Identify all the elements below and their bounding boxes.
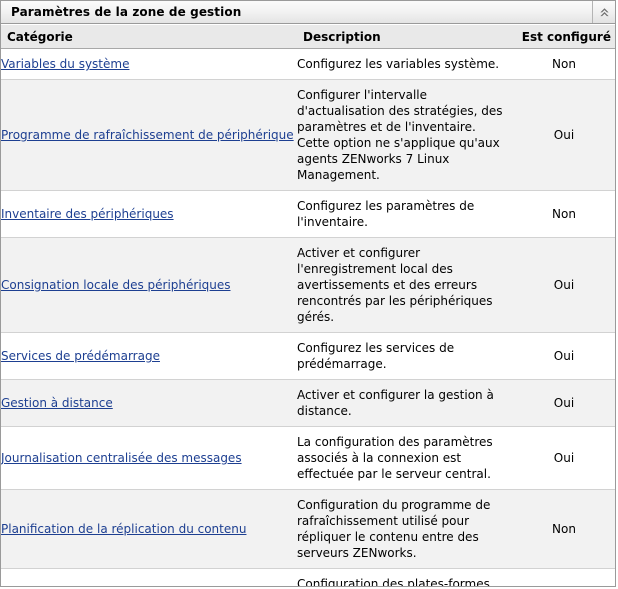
cell-category: Variables du système (1, 48, 297, 80)
configured-value: Oui (553, 128, 575, 142)
cell-category: Plates-formes (1, 568, 297, 586)
cell-configured: Oui (511, 568, 615, 586)
description-text: Configuration du programme de rafraîchis… (297, 498, 491, 560)
cell-description: Activer et configurer la gestion à dista… (297, 379, 511, 427)
column-header-description: Description (297, 24, 511, 49)
cell-configured: Oui (511, 379, 615, 427)
cell-description: Configurez les variables système. (297, 48, 511, 80)
configured-value: Non (552, 207, 576, 221)
configured-value: Oui (553, 349, 575, 363)
table-row: Services de prédémarrage Configurez les … (1, 332, 615, 380)
column-header-configured: Est configuré (511, 24, 615, 49)
category-link[interactable]: Gestion à distance (1, 396, 113, 410)
category-link[interactable]: Planification de la réplication du conte… (1, 522, 246, 536)
cell-description: Configuration du programme de rafraîchis… (297, 489, 511, 569)
panel-title: Paramètres de la zone de gestion (11, 5, 242, 19)
category-link[interactable]: Variables du système (1, 57, 129, 71)
cell-configured: Non (511, 48, 615, 80)
settings-table-container: Catégorie Description Est configuré Vari… (1, 24, 615, 586)
table-row: Consignation locale des périphériques Ac… (1, 237, 615, 333)
cell-category: Journalisation centralisée des messages (1, 426, 297, 490)
description-text: Configurez les variables système. (297, 57, 500, 71)
category-link[interactable]: Programme de rafraîchissement de périphé… (1, 128, 294, 142)
panel-titlebar: Paramètres de la zone de gestion (1, 1, 615, 24)
cell-configured: Non (511, 190, 615, 238)
column-header-category: Catégorie (1, 24, 297, 49)
cell-description: Configurer l'intervalle d'actualisation … (297, 79, 511, 191)
collapse-panel-button[interactable] (592, 1, 615, 23)
category-link[interactable]: Services de prédémarrage (1, 349, 160, 363)
category-link[interactable]: Plates-formes (1, 585, 83, 586)
table-row: Inventaire des périphériques Configurez … (1, 190, 615, 238)
cell-configured: Oui (511, 237, 615, 333)
table-row: Variables du système Configurez les vari… (1, 48, 615, 80)
cell-configured: Oui (511, 79, 615, 191)
cell-configured: Oui (511, 426, 615, 490)
cell-category: Inventaire des périphériques (1, 190, 297, 238)
table-row: Gestion à distance Activer et configurer… (1, 379, 615, 427)
category-link[interactable]: Inventaire des périphériques (1, 207, 174, 221)
table-row: Plates-formes Configuration des plates-f… (1, 568, 615, 586)
configured-value: Oui (554, 585, 574, 586)
settings-table: Catégorie Description Est configuré Vari… (1, 24, 615, 586)
cell-configured: Non (511, 489, 615, 569)
description-text: Activer et configurer la gestion à dista… (297, 388, 494, 418)
cell-description: La configuration des paramètres associés… (297, 426, 511, 490)
cell-category: Programme de rafraîchissement de périphé… (1, 79, 297, 191)
table-row: Programme de rafraîchissement de périphé… (1, 79, 615, 191)
description-text: Configurez les paramètres de l'inventair… (297, 199, 475, 229)
cell-description: Activer et configurer l'enregistrement l… (297, 237, 511, 333)
cell-description: Configurez les paramètres de l'inventair… (297, 190, 511, 238)
description-text: Configurer l'intervalle d'actualisation … (297, 88, 503, 182)
configured-value: Non (552, 522, 576, 536)
configured-value: Oui (553, 278, 575, 292)
description-text: Activer et configurer l'enregistrement l… (297, 246, 493, 324)
configured-value: Oui (553, 451, 575, 465)
configured-value: Oui (553, 396, 575, 410)
cell-category: Services de prédémarrage (1, 332, 297, 380)
cell-description: Configuration des plates-formes cibles d… (297, 568, 511, 586)
description-text: Configuration des plates-formes cibles d… (297, 577, 490, 586)
description-text: Configurez les services de prédémarrage. (297, 341, 455, 371)
description-text: La configuration des paramètres associés… (297, 435, 493, 481)
category-link[interactable]: Consignation locale des périphériques (1, 278, 231, 292)
table-header: Catégorie Description Est configuré (1, 24, 615, 49)
cell-category: Planification de la réplication du conte… (1, 489, 297, 569)
cell-description: Configurez les services de prédémarrage. (297, 332, 511, 380)
management-zone-settings-panel: Paramètres de la zone de gestion Catégor… (0, 0, 616, 587)
configured-value: Non (552, 57, 576, 71)
table-header-row: Catégorie Description Est configuré (1, 24, 615, 49)
cell-category: Consignation locale des périphériques (1, 237, 297, 333)
double-chevron-up-icon (598, 6, 611, 19)
table-row: Planification de la réplication du conte… (1, 489, 615, 569)
table-row: Journalisation centralisée des messages … (1, 426, 615, 490)
table-body: Variables du système Configurez les vari… (1, 48, 615, 586)
cell-category: Gestion à distance (1, 379, 297, 427)
cell-configured: Oui (511, 332, 615, 380)
category-link[interactable]: Journalisation centralisée des messages (1, 451, 242, 465)
